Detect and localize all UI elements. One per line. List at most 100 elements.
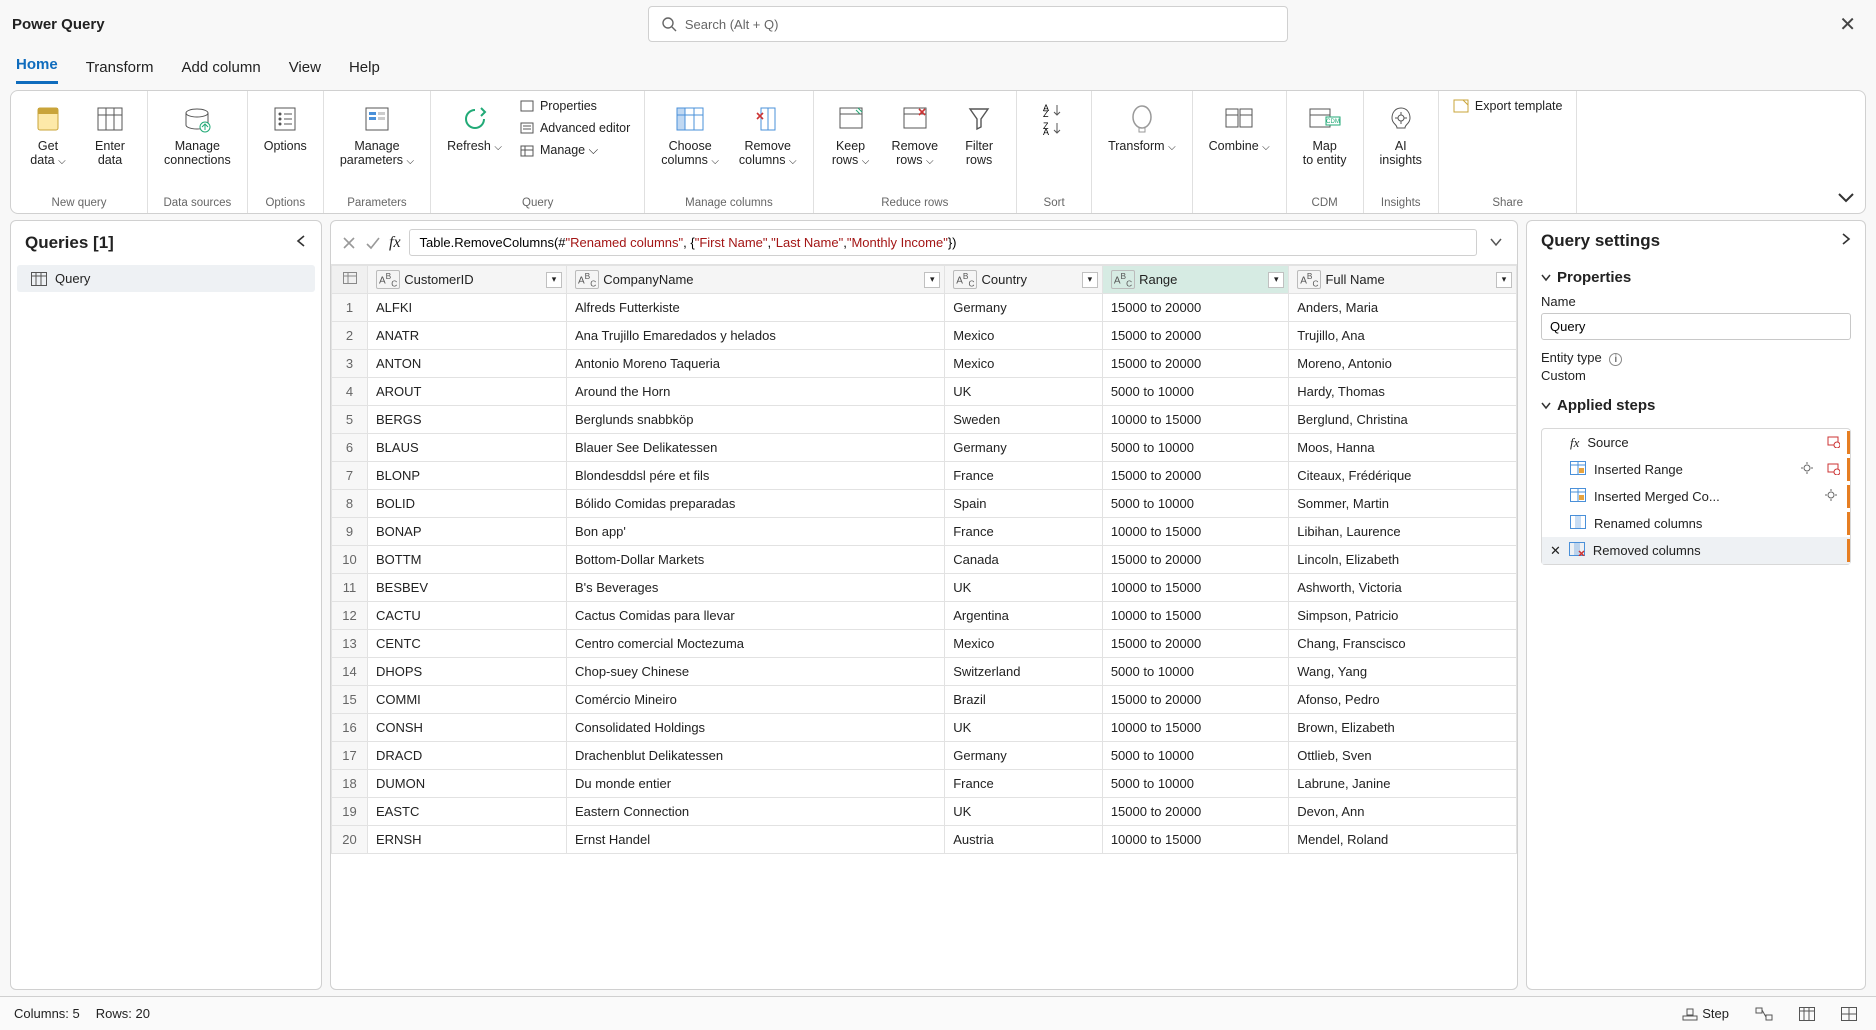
applied-step-inserted-merged-co-[interactable]: Inserted Merged Co... (1542, 483, 1850, 510)
cell[interactable]: Moos, Hanna (1289, 434, 1517, 462)
cell[interactable]: DHOPS (368, 658, 567, 686)
row-number[interactable]: 19 (332, 798, 368, 826)
export-template-button[interactable]: Export template (1449, 97, 1567, 115)
cell[interactable]: COMMI (368, 686, 567, 714)
row-header-corner[interactable] (332, 266, 368, 294)
cell[interactable]: Switzerland (945, 658, 1103, 686)
cell[interactable]: 15000 to 20000 (1102, 630, 1288, 658)
cell[interactable]: Germany (945, 742, 1103, 770)
close-button[interactable]: ✕ (1831, 8, 1864, 41)
cell[interactable]: Centro comercial Moctezuma (566, 630, 944, 658)
cell[interactable]: Canada (945, 546, 1103, 574)
cell[interactable]: AROUT (368, 378, 567, 406)
cell[interactable]: Brown, Elizabeth (1289, 714, 1517, 742)
row-number[interactable]: 2 (332, 322, 368, 350)
cell[interactable]: Drachenblut Delikatessen (566, 742, 944, 770)
cell[interactable]: 5000 to 10000 (1102, 378, 1288, 406)
cell[interactable]: Devon, Ann (1289, 798, 1517, 826)
sort-buttons[interactable]: AZZA (1027, 97, 1081, 141)
cell[interactable]: 5000 to 10000 (1102, 658, 1288, 686)
row-number[interactable]: 13 (332, 630, 368, 658)
cell[interactable]: Berglunds snabbköp (566, 406, 944, 434)
row-number[interactable]: 17 (332, 742, 368, 770)
cell[interactable]: Around the Horn (566, 378, 944, 406)
row-number[interactable]: 8 (332, 490, 368, 518)
cell[interactable]: Simpson, Patricio (1289, 602, 1517, 630)
cell[interactable]: BESBEV (368, 574, 567, 602)
cell[interactable]: Chang, Franscisco (1289, 630, 1517, 658)
cell[interactable]: Mexico (945, 630, 1103, 658)
cell[interactable]: Moreno, Antonio (1289, 350, 1517, 378)
cell[interactable]: 15000 to 20000 (1102, 294, 1288, 322)
options-button[interactable]: Options (258, 97, 313, 157)
cell[interactable]: Anders, Maria (1289, 294, 1517, 322)
row-number[interactable]: 20 (332, 826, 368, 854)
cell[interactable]: Sweden (945, 406, 1103, 434)
cell[interactable]: Eastern Connection (566, 798, 944, 826)
cell[interactable]: Labrune, Janine (1289, 770, 1517, 798)
row-number[interactable]: 4 (332, 378, 368, 406)
cell[interactable]: EASTC (368, 798, 567, 826)
cell[interactable]: Ana Trujillo Emaredados y helados (566, 322, 944, 350)
cell[interactable]: Germany (945, 434, 1103, 462)
cell[interactable]: 5000 to 10000 (1102, 770, 1288, 798)
cell[interactable]: CONSH (368, 714, 567, 742)
cell[interactable]: Argentina (945, 602, 1103, 630)
queries-collapse-icon[interactable] (295, 233, 307, 253)
step-settings-icon[interactable] (1800, 461, 1814, 478)
column-header-customerid[interactable]: ABC CustomerID▾ (368, 266, 567, 294)
fx-icon[interactable]: fx (389, 234, 401, 252)
cell[interactable]: Austria (945, 826, 1103, 854)
column-header-companyname[interactable]: ABC CompanyName▾ (566, 266, 944, 294)
applied-step-inserted-range[interactable]: Inserted Range (1542, 456, 1850, 483)
cell[interactable]: CACTU (368, 602, 567, 630)
cell[interactable]: 15000 to 20000 (1102, 686, 1288, 714)
row-number[interactable]: 18 (332, 770, 368, 798)
column-header-full-name[interactable]: ABC Full Name▾ (1289, 266, 1517, 294)
cell[interactable]: 10000 to 15000 (1102, 406, 1288, 434)
cell[interactable]: Afonso, Pedro (1289, 686, 1517, 714)
column-header-country[interactable]: ABC Country▾ (945, 266, 1103, 294)
row-number[interactable]: 10 (332, 546, 368, 574)
applied-step-renamed-columns[interactable]: Renamed columns (1542, 510, 1850, 537)
cell[interactable]: Berglund, Christina (1289, 406, 1517, 434)
cell[interactable]: 10000 to 15000 (1102, 714, 1288, 742)
schema-view-button[interactable] (1836, 1004, 1862, 1024)
row-number[interactable]: 14 (332, 658, 368, 686)
cell[interactable]: 5000 to 10000 (1102, 434, 1288, 462)
query-item[interactable]: Query (17, 265, 315, 292)
cell[interactable]: Germany (945, 294, 1103, 322)
combine-button[interactable]: Combine ⌵ (1203, 97, 1276, 157)
cell[interactable]: France (945, 518, 1103, 546)
enter-data-button[interactable]: Enterdata (83, 97, 137, 171)
delete-step-icon[interactable]: ✕ (1550, 543, 1561, 559)
row-number[interactable]: 12 (332, 602, 368, 630)
applied-step-source[interactable]: fxSource (1542, 429, 1850, 456)
formula-commit-button[interactable] (365, 235, 381, 251)
column-filter-button[interactable]: ▾ (924, 272, 940, 288)
info-icon[interactable]: i (1609, 353, 1622, 366)
cell[interactable]: Du monde entier (566, 770, 944, 798)
manage-parameters-button[interactable]: Manageparameters ⌵ (334, 97, 420, 171)
cell[interactable]: Consolidated Holdings (566, 714, 944, 742)
cell[interactable]: Mendel, Roland (1289, 826, 1517, 854)
cell[interactable]: BONAP (368, 518, 567, 546)
cell[interactable]: 15000 to 20000 (1102, 322, 1288, 350)
cell[interactable]: France (945, 770, 1103, 798)
cell[interactable]: 15000 to 20000 (1102, 546, 1288, 574)
manage-button[interactable]: Manage ⌵ (516, 141, 634, 160)
menutab-add-column[interactable]: Add column (181, 59, 260, 84)
cell[interactable]: DUMON (368, 770, 567, 798)
cell[interactable]: Trujillo, Ana (1289, 322, 1517, 350)
cell[interactable]: ANTON (368, 350, 567, 378)
cell[interactable]: Antonio Moreno Taqueria (566, 350, 944, 378)
properties-section-toggle[interactable]: Properties (1541, 269, 1851, 286)
settings-expand-icon[interactable] (1841, 231, 1851, 251)
column-filter-button[interactable]: ▾ (1082, 272, 1098, 288)
row-number[interactable]: 5 (332, 406, 368, 434)
cell[interactable]: Bon app' (566, 518, 944, 546)
keep-rows-button[interactable]: Keeprows ⌵ (824, 97, 878, 171)
diagram-view-button[interactable] (1750, 1004, 1778, 1024)
transform-button[interactable]: Transform ⌵ (1102, 97, 1182, 157)
cell[interactable]: ANATR (368, 322, 567, 350)
